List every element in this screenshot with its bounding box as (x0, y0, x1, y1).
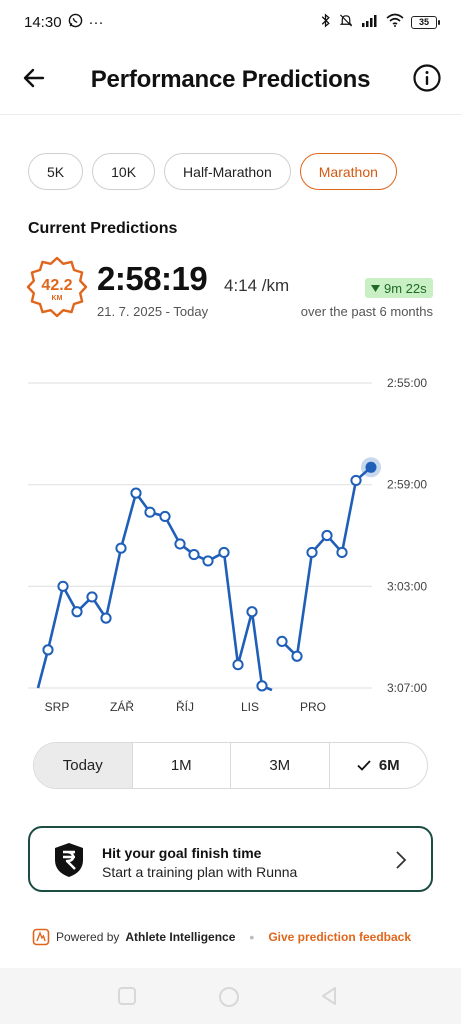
x-tick-label: SRP (45, 700, 70, 714)
current-point (365, 461, 377, 473)
data-point (202, 555, 214, 567)
badge-unit: KM (52, 295, 63, 302)
data-point (159, 510, 171, 523)
range-tab-1m[interactable]: 1M (133, 743, 231, 788)
system-back-icon[interactable] (320, 986, 338, 1006)
x-tick-label: LIS (241, 700, 259, 714)
home-icon[interactable] (218, 986, 240, 1008)
info-button[interactable] (413, 64, 441, 92)
data-point (321, 529, 333, 542)
distance-badge-icon: 42.2 KM (26, 256, 88, 318)
x-tick-label: ŘÍJ (176, 699, 194, 714)
data-point (130, 487, 142, 499)
x-tick-label: PRO (300, 700, 326, 714)
more-notifications-icon: ··· (88, 13, 104, 31)
data-point (276, 635, 288, 648)
cta-subtitle: Start a training plan with Runna (102, 864, 298, 880)
tab-5k[interactable]: 5K (28, 153, 84, 190)
data-point (232, 659, 244, 671)
data-point (188, 548, 200, 561)
battery-icon: 35 (411, 15, 440, 29)
wifi-icon (386, 13, 404, 31)
down-triangle-icon (371, 284, 380, 292)
range-tab-3m[interactable]: 3M (231, 743, 330, 788)
tab-half-marathon[interactable]: Half-Marathon (164, 153, 291, 190)
chevron-right-icon (396, 851, 407, 869)
cta-title: Hit your goal finish time (102, 845, 262, 861)
signal-icon (361, 14, 379, 31)
footer: Powered by Athlete Intelligence • Give p… (32, 928, 432, 946)
tab-marathon[interactable]: Marathon (299, 153, 397, 190)
y-tick-label: 3:03:00 (387, 579, 427, 593)
range-tabs: Today 1M 3M 6M (33, 742, 428, 789)
data-point (218, 546, 230, 559)
status-time: 14:30 (24, 13, 62, 31)
delta-badge: 9m 22s (365, 278, 433, 298)
page-title: Performance Predictions (90, 66, 371, 93)
checkmark-icon (357, 760, 371, 771)
series-line (281, 466, 372, 658)
prediction-chart: 2:55:00 2:59:00 3:03:00 3:07:00 SRP ZÁŘ ŘÍJ LIS… (28, 376, 427, 714)
data-point (100, 612, 112, 624)
data-point (350, 474, 362, 487)
data-point (144, 506, 156, 518)
data-point (306, 546, 318, 559)
mute-icon (338, 13, 354, 32)
bluetooth-icon (321, 12, 331, 32)
y-tick-label: 2:59:00 (387, 478, 427, 492)
badge-value: 42.2 (41, 277, 72, 294)
info-icon (413, 64, 441, 92)
predicted-pace: 4:14 /km (224, 276, 290, 295)
y-tick-label: 2:55:00 (387, 376, 427, 390)
data-point (86, 591, 98, 603)
data-point (42, 644, 54, 656)
separator-dot: • (249, 929, 255, 945)
date-range: 21. 7. 2025 - Today (97, 304, 209, 319)
data-point (246, 606, 258, 618)
y-tick-label: 3:07:00 (387, 681, 427, 695)
athlete-intelligence-icon (32, 928, 50, 946)
runna-shield-icon (55, 843, 83, 877)
range-tab-today[interactable]: Today (34, 743, 133, 788)
distance-tabs: 5K 10K Half-Marathon Marathon (28, 153, 397, 190)
data-point (174, 538, 186, 550)
data-point (336, 546, 348, 559)
data-point (57, 580, 69, 592)
brand-name: Athlete Intelligence (125, 930, 236, 944)
training-plan-card[interactable]: Hit your goal finish time Start a traini… (28, 826, 433, 892)
recent-apps-icon[interactable] (117, 986, 137, 1006)
delta-caption: over the past 6 months (300, 304, 433, 319)
header-divider (0, 114, 461, 115)
range-tab-6m[interactable]: 6M (330, 743, 428, 788)
data-point (291, 650, 303, 662)
predicted-time: 2:58:19 (97, 260, 208, 297)
data-point (71, 606, 83, 618)
whatsapp-icon (68, 13, 83, 32)
system-nav-bar (0, 968, 461, 1024)
data-point (115, 542, 127, 554)
delta-value: 9m 22s (384, 280, 427, 296)
section-title: Current Predictions (28, 220, 178, 237)
powered-by-label: Powered by (56, 930, 120, 944)
feedback-link[interactable]: Give prediction feedback (268, 930, 411, 944)
data-point (256, 680, 268, 692)
x-tick-label: ZÁŘ (110, 699, 134, 714)
tab-10k[interactable]: 10K (92, 153, 156, 190)
app-header: Performance Predictions (0, 52, 461, 108)
status-bar: 14:30 ··· 35 (0, 0, 461, 44)
